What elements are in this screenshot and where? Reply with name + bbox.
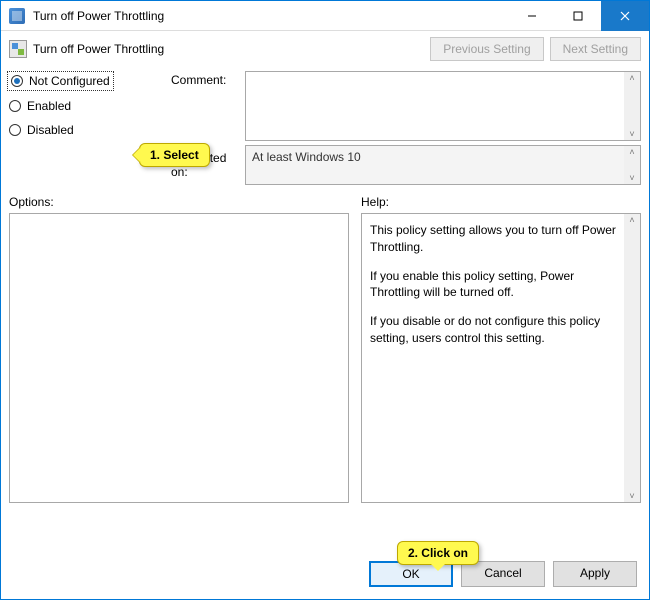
radio-enabled[interactable]: Enabled — [9, 99, 169, 113]
maximize-button[interactable] — [555, 1, 601, 31]
scrollbar[interactable]: ˄˅ — [624, 146, 640, 184]
radio-disabled[interactable]: Disabled — [9, 123, 169, 137]
dialog-buttons: OK Cancel Apply — [9, 555, 641, 591]
state-radio-group: Not Configured Enabled Disabled — [9, 71, 169, 137]
apply-button[interactable]: Apply — [553, 561, 637, 587]
radio-label: Enabled — [27, 99, 71, 113]
supported-on-value: At least Windows 10 — [252, 150, 361, 164]
app-icon — [9, 8, 25, 24]
content-area: Turn off Power Throttling Previous Setti… — [1, 31, 649, 599]
help-label: Help: — [361, 195, 641, 209]
help-text-line: If you disable or do not configure this … — [370, 313, 620, 347]
window-title: Turn off Power Throttling — [33, 9, 164, 23]
window-titlebar: Turn off Power Throttling — [1, 1, 649, 31]
annotation-click-on: 2. Click on — [397, 541, 479, 565]
radio-label: Disabled — [27, 123, 74, 137]
options-panel — [9, 213, 349, 503]
previous-setting-button[interactable]: Previous Setting — [430, 37, 543, 61]
top-grid: Not Configured Enabled Disabled Comment:… — [9, 71, 641, 185]
close-button[interactable] — [601, 1, 649, 31]
help-text-line: If you enable this policy setting, Power… — [370, 268, 620, 302]
radio-icon — [9, 100, 21, 112]
policy-title: Turn off Power Throttling — [33, 42, 164, 56]
supported-on-field: At least Windows 10 ˄˅ — [245, 145, 641, 185]
radio-icon — [11, 75, 23, 87]
annotation-select: 1. Select — [139, 143, 210, 167]
scrollbar[interactable]: ˄˅ — [624, 214, 640, 502]
policy-icon — [9, 40, 27, 58]
options-label: Options: — [9, 195, 349, 209]
panels-row: Options: Help: This policy setting allow… — [9, 195, 641, 503]
radio-not-configured[interactable]: Not Configured — [9, 73, 112, 89]
header-row: Turn off Power Throttling Previous Setti… — [9, 37, 641, 61]
comment-textarea[interactable]: ˄˅ — [245, 71, 641, 141]
help-text-line: This policy setting allows you to turn o… — [370, 222, 620, 256]
next-setting-button[interactable]: Next Setting — [550, 37, 641, 61]
radio-label: Not Configured — [29, 74, 110, 88]
radio-icon — [9, 124, 21, 136]
comment-label: Comment: — [171, 71, 243, 87]
minimize-button[interactable] — [509, 1, 555, 31]
scrollbar[interactable]: ˄˅ — [624, 72, 640, 140]
help-panel: This policy setting allows you to turn o… — [361, 213, 641, 503]
